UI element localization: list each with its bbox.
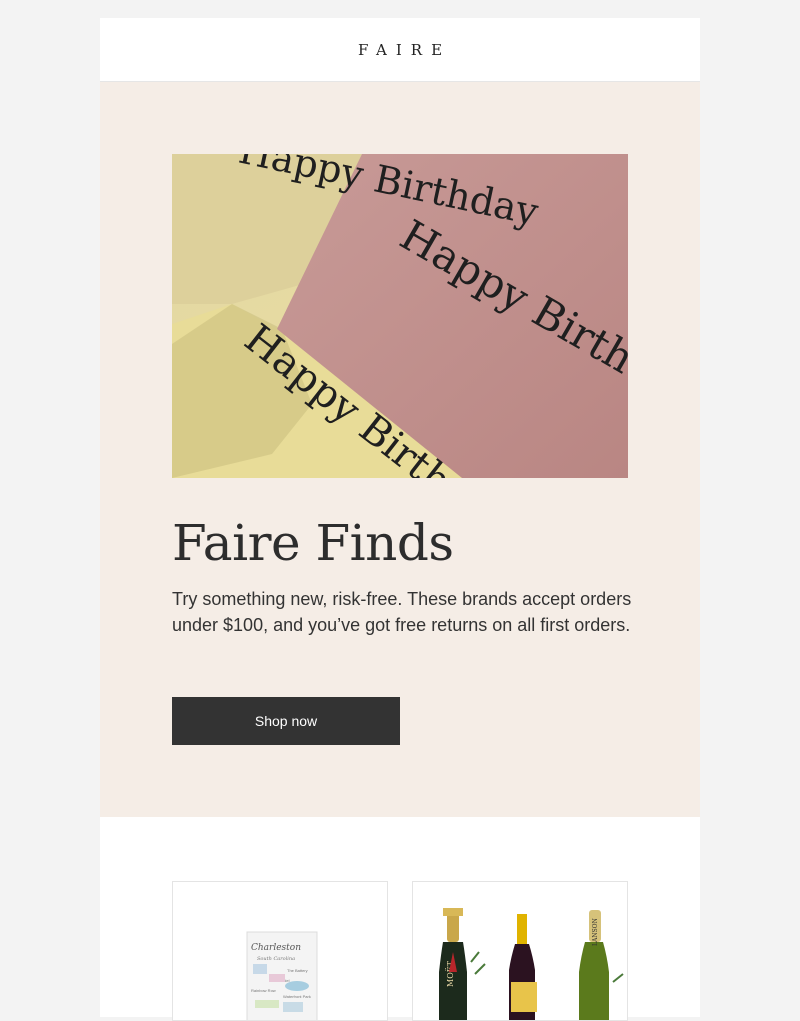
email-header: FAIRE <box>100 18 700 82</box>
products-section: Charleston South Carolina The Battery Th… <box>100 817 700 1021</box>
hero-description: Try something new, risk-free. These bran… <box>172 589 632 635</box>
birthday-cards-illustration: Happy Birthday Happy Birthday Happy Birt… <box>172 154 628 478</box>
towel-text: The Battery <box>287 968 308 973</box>
towel-text: South Carolina <box>257 956 295 962</box>
product-card[interactable]: MOËT LANSON <box>412 881 628 1021</box>
towel-text: Waterfront Park <box>283 994 311 999</box>
bottle-label: LANSON <box>592 918 599 946</box>
hero-section: Happy Birthday Happy Birthday Happy Birt… <box>100 82 700 817</box>
towel-text: Rainbow Row <box>251 988 276 993</box>
faire-logo[interactable]: FAIRE <box>349 41 451 59</box>
hero-image[interactable]: Happy Birthday Happy Birthday Happy Birt… <box>172 154 628 478</box>
shop-now-button[interactable]: Shop now <box>172 697 400 745</box>
tea-towel-image: Charleston South Carolina The Battery Th… <box>246 931 318 1020</box>
product-card[interactable]: Charleston South Carolina The Battery Th… <box>172 881 388 1021</box>
wine-bottles-image: MOËT LANSON <box>439 908 624 1020</box>
towel-text: Charleston <box>251 943 301 953</box>
hero-title: Faire Finds <box>172 514 454 572</box>
email-container: FAIRE Happy Birthday Happy Birthday Happ… <box>100 18 700 1021</box>
